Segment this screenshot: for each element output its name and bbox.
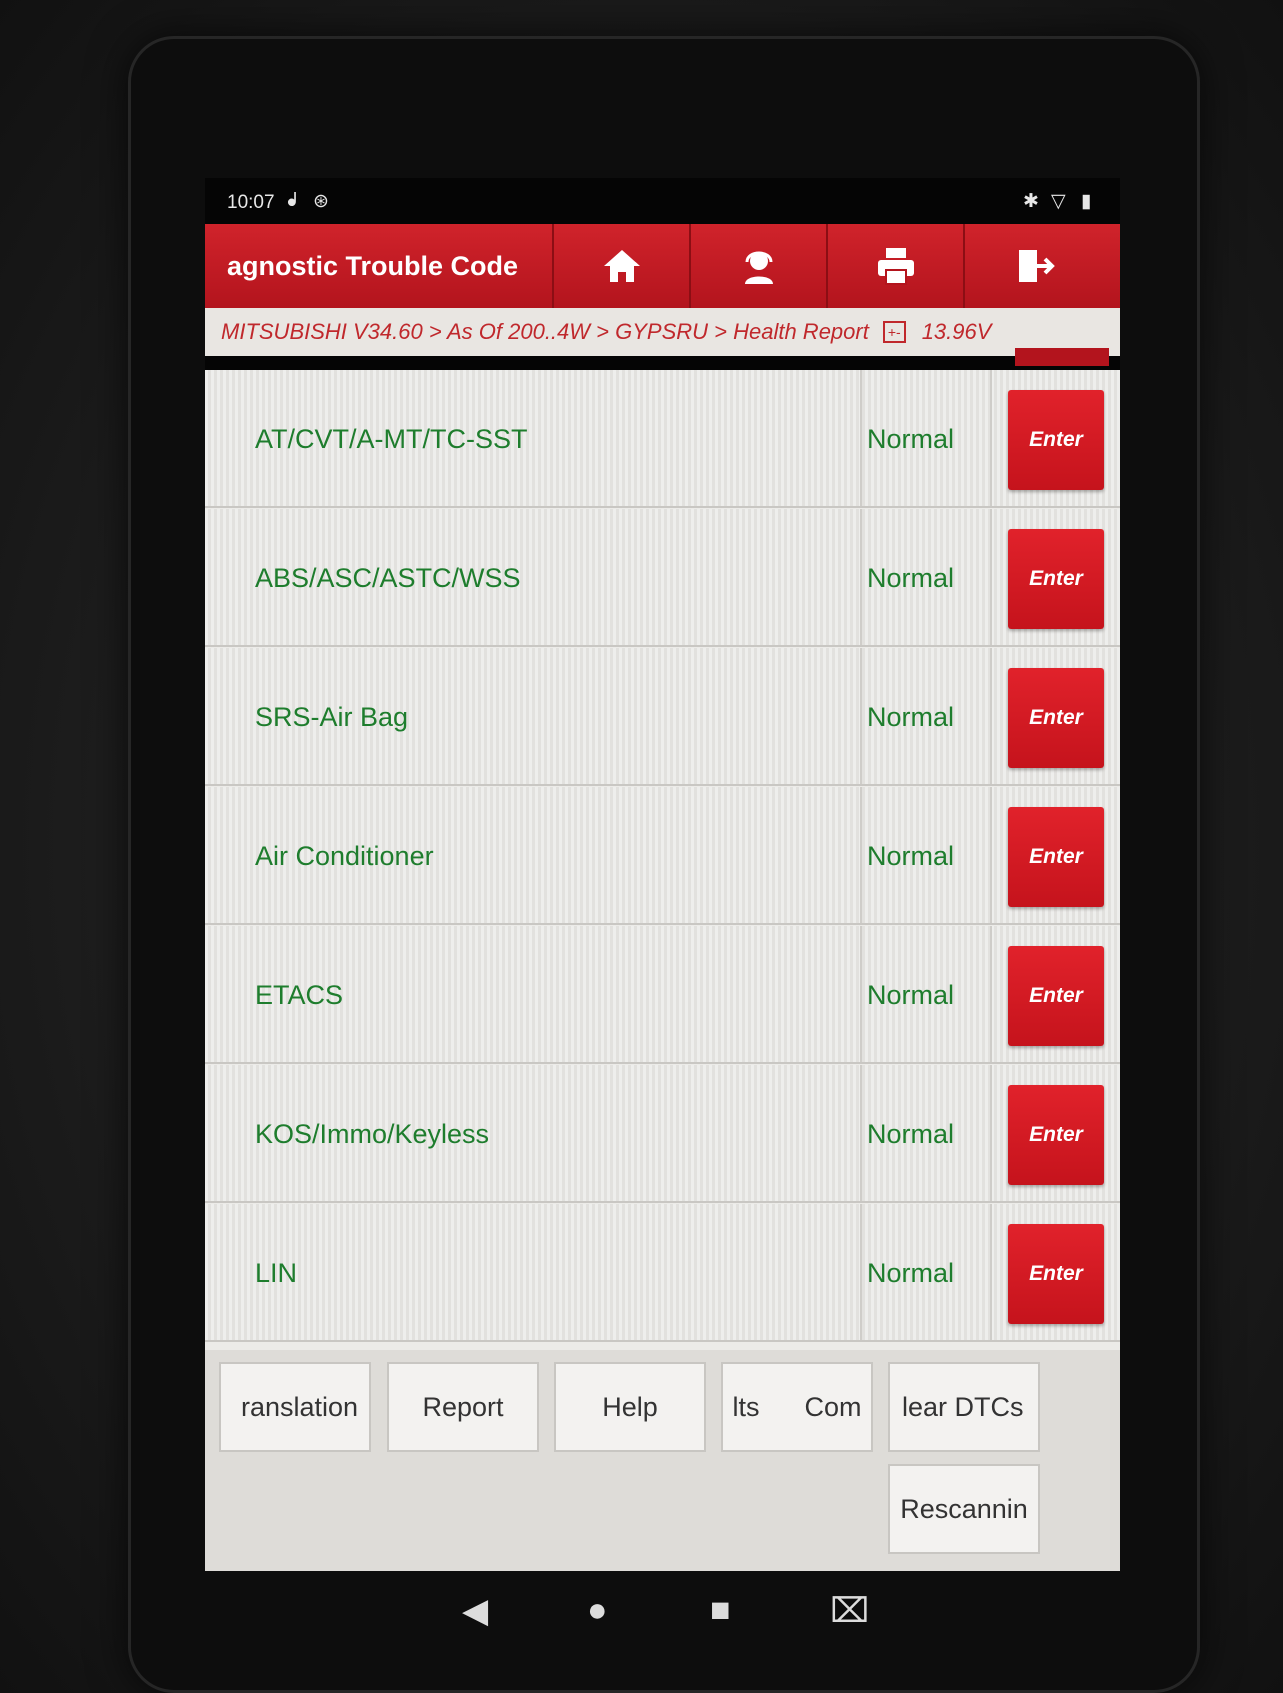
column-divider [990, 1065, 992, 1201]
exit-icon [1018, 250, 1055, 282]
enter-button[interactable]: Enter [1008, 1085, 1104, 1185]
column-divider [860, 648, 862, 784]
column-divider [990, 370, 992, 506]
home-button[interactable] [552, 224, 689, 308]
exit-button[interactable] [963, 224, 1100, 308]
rescanning-button[interactable]: Rescannin [888, 1464, 1040, 1554]
screenshot-icon[interactable]: ⌧ [830, 1591, 869, 1631]
system-name: KOS/Immo/Keyless [255, 1119, 490, 1149]
system-status: Normal [867, 424, 955, 454]
clock: 10:07 [227, 192, 275, 213]
column-divider [990, 1204, 992, 1340]
system-name: Air Conditioner [255, 841, 434, 871]
report-button[interactable]: Report [387, 1362, 539, 1452]
system-row: ETACS Normal Enter [205, 926, 1120, 1064]
system-name: LIN [255, 1258, 298, 1288]
voltage-readout: 13.96V [921, 319, 992, 344]
header-bar: agnostic Trouble Code [205, 224, 1120, 308]
translation-button[interactable]: ranslation [219, 1362, 371, 1452]
system-row: KOS/Immo/Keyless Normal Enter [205, 1065, 1120, 1203]
breadcrumb-path: MITSUBISHI V34.60 > As Of 200..4W > GYPS… [221, 319, 869, 344]
clear-dtcs-button[interactable]: lear DTCs [888, 1362, 1040, 1452]
wifi-icon: ▽ [1051, 191, 1066, 212]
system-status: Normal [867, 702, 955, 732]
bluetooth-icon: ✱ [1023, 191, 1039, 212]
system-status: Normal [867, 980, 955, 1010]
system-status: Normal [867, 1119, 955, 1149]
system-name: SRS-Air Bag [255, 702, 409, 732]
app: agnostic Trouble Code MITSUBISHI V34.60 … [205, 224, 1120, 1571]
usb-debug-icon: ᖱ [287, 190, 297, 211]
column-divider [990, 926, 992, 1062]
column-divider [990, 787, 992, 923]
home-icon [603, 250, 640, 282]
column-divider [860, 370, 862, 506]
bluetooth-status-icon: ⊛ [313, 191, 329, 212]
enter-button[interactable]: Enter [1008, 668, 1104, 768]
system-row: Air Conditioner Normal Enter [205, 787, 1120, 925]
column-divider [860, 1204, 862, 1340]
system-status: Normal [867, 1258, 955, 1288]
results-compare-button[interactable]: lts Com [721, 1362, 873, 1452]
enter-button[interactable]: Enter [1008, 390, 1104, 490]
enter-button[interactable]: Enter [1008, 529, 1104, 629]
help-button[interactable]: Help [554, 1362, 706, 1452]
system-row: ABS/ASC/ASTC/WSS Normal Enter [205, 509, 1120, 647]
back-icon[interactable]: ◀ [462, 1591, 488, 1631]
breadcrumb: MITSUBISHI V34.60 > As Of 200..4W > GYPS… [205, 308, 1120, 356]
scroll-indicator [1015, 348, 1109, 366]
support-button[interactable] [689, 224, 826, 308]
print-button[interactable] [826, 224, 963, 308]
system-row: SRS-Air Bag Normal Enter [205, 648, 1120, 786]
system-name: ABS/ASC/ASTC/WSS [255, 563, 521, 593]
column-divider [860, 1065, 862, 1201]
system-status: Normal [867, 563, 955, 593]
recents-icon[interactable]: ■ [710, 1591, 731, 1630]
system-name: ETACS [255, 980, 344, 1010]
print-icon [877, 248, 914, 285]
enter-button[interactable]: Enter [1008, 1224, 1104, 1324]
system-row: AT/CVT/A-MT/TC-SST Normal Enter [205, 370, 1120, 508]
enter-button[interactable]: Enter [1008, 946, 1104, 1046]
android-nav-bar: ◀ ● ■ ⌧ [0, 1571, 1283, 1651]
enter-button[interactable]: Enter [1008, 807, 1104, 907]
status-bar: 10:07 ᖱ ⊛ ✱ ▽ ▮ [205, 178, 1120, 224]
system-name: AT/CVT/A-MT/TC-SST [255, 424, 528, 454]
system-status: Normal [867, 841, 955, 871]
system-list[interactable]: AT/CVT/A-MT/TC-SST Normal Enter ABS/ASC/AST… [205, 370, 1120, 1350]
battery-voltage-icon: +- [882, 321, 906, 343]
column-divider [990, 648, 992, 784]
column-divider [860, 926, 862, 1062]
column-divider [860, 509, 862, 645]
support-icon [744, 251, 773, 284]
bottom-toolbar: ranslation Report Help lts Com lear DTCs… [205, 1350, 1120, 1571]
system-row: LIN Normal Enter [205, 1204, 1120, 1342]
battery-icon: ▮ [1081, 191, 1092, 212]
screen: 10:07 ᖱ ⊛ ✱ ▽ ▮ agnostic Trouble Code MI… [205, 178, 1120, 1571]
home-nav-icon[interactable]: ● [587, 1591, 608, 1630]
column-divider [860, 787, 862, 923]
page-title: agnostic Trouble Code [227, 251, 519, 281]
column-divider [990, 509, 992, 645]
